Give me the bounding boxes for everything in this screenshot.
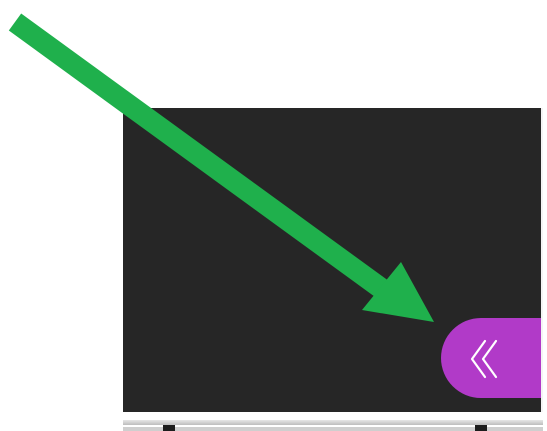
double-chevron-left-icon — [470, 339, 498, 379]
screenshot-canvas — [0, 0, 547, 431]
bottom-tick-mark — [475, 425, 487, 431]
bottom-edge-bar — [123, 412, 543, 431]
bottom-tick-mark — [163, 425, 175, 431]
collapse-sidebar-button[interactable] — [441, 318, 541, 398]
